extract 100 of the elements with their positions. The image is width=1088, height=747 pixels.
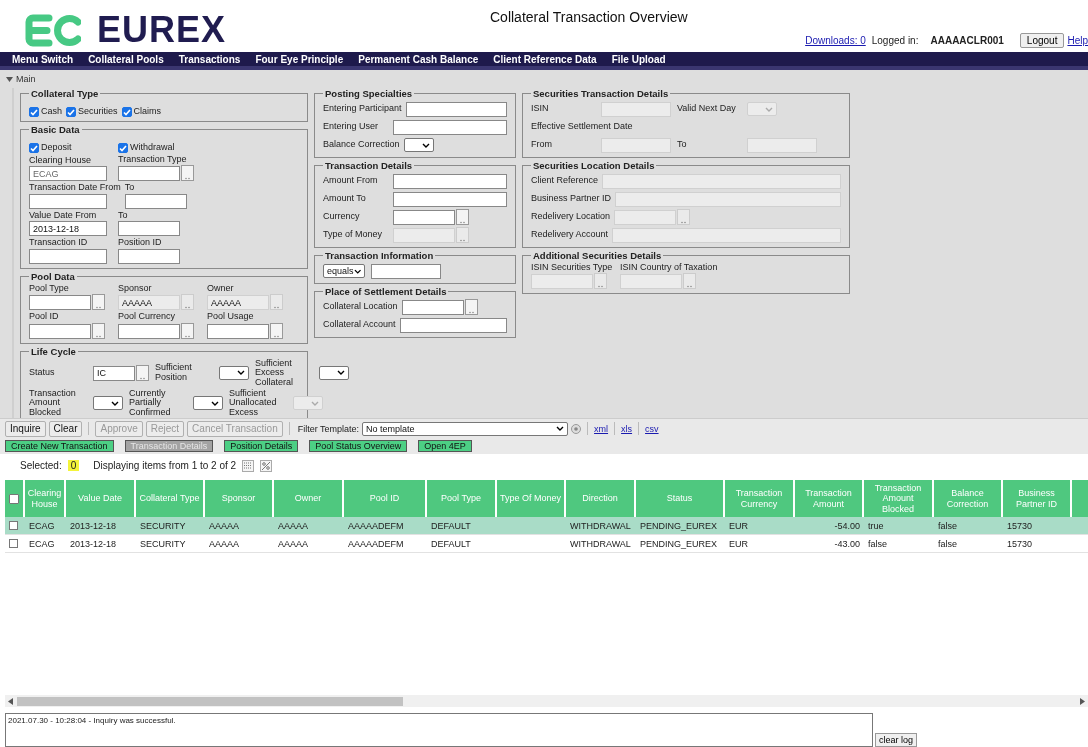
menu-item[interactable]: File Upload [611,53,666,65]
menu-item[interactable]: Client Reference Data [493,53,597,65]
table-cell: ECAG [29,520,55,531]
ellipsis-icon [274,334,279,338]
lookup-button[interactable] [464,299,478,315]
checkbox[interactable] [9,521,18,530]
dropdown[interactable] [319,365,349,380]
field-label: Redelivery Account [531,230,609,240]
menu-item[interactable]: Four Eye Principle [255,53,344,65]
text-field[interactable] [118,323,180,339]
triangle-down-icon[interactable] [6,75,13,83]
text-field[interactable] [29,193,107,209]
toolbar-button[interactable]: Clear [48,420,83,437]
text-field[interactable] [371,263,441,279]
text-field[interactable] [399,317,507,333]
checkbox[interactable] [29,107,39,117]
dropdown[interactable] [403,138,434,152]
logout-button[interactable]: Logout [1019,33,1065,48]
checkbox[interactable] [118,143,128,153]
scroll-left-icon[interactable] [8,697,13,705]
field-label: Entering Participant [323,104,402,114]
page-title: Collateral Transaction Overview [490,9,689,25]
settings-icon[interactable] [571,423,582,434]
group-title: Pool Data [30,270,76,282]
table-cell: -54.00 [834,520,860,531]
table-row[interactable]: ECAG 2013-12-18 SECURITY AAAAA AAAAA AAAAADEFM DEFAULT WITHDRAWAL PENDING_EUREX EUR -54.00 true false 15730 [5,517,1088,535]
checkbox[interactable] [121,107,132,117]
text-field[interactable] [207,323,269,339]
table-cell: EUR [729,538,748,549]
table-cell: WITHDRAWAL [570,538,631,549]
dropdown[interactable] [193,396,223,411]
horizontal-scrollbar[interactable] [5,695,1088,707]
menu-item[interactable]: Collateral Pools [88,53,164,65]
check-icon [30,108,38,116]
text-field[interactable] [124,193,187,209]
action-button[interactable]: Pool Status Overview [309,440,408,452]
checkbox[interactable] [29,143,39,153]
export-link[interactable]: csv [645,423,659,434]
menu-item[interactable]: Menu Switch [12,53,74,65]
text-field[interactable]: IC [93,365,135,381]
ellipsis-icon [274,306,279,310]
checkbox[interactable] [66,107,76,117]
check-icon [122,108,131,116]
text-field[interactable] [118,248,180,264]
template-dropdown[interactable]: No template [362,421,569,436]
text-field[interactable] [393,191,507,207]
field-label: Entering User [323,122,380,132]
field-label: Amount To [323,194,367,204]
text-field[interactable] [29,295,91,311]
toolbar-button[interactable]: Inquire [5,420,46,437]
action-button[interactable]: Create New Transaction [5,440,114,452]
field-label: Sufficient Position [155,363,193,383]
text-field[interactable]: 2013-12-18 [29,221,107,237]
dropdown[interactable] [219,365,249,380]
help-link[interactable]: Help [1067,35,1088,46]
text-field[interactable] [401,300,464,315]
menu-item[interactable]: Permanent Cash Balance [358,53,479,65]
scrollbar-thumb[interactable] [17,696,403,706]
text-field[interactable] [118,221,180,237]
table-cell: ECAG [29,538,55,549]
table-cell: DEFAULT [431,520,471,531]
dropdown[interactable]: equals [323,264,365,278]
export-link[interactable]: xml [594,423,609,434]
fraction-icon[interactable] [260,459,273,472]
text-field[interactable] [29,248,107,264]
action-button[interactable]: Position Details [224,440,299,452]
table-cell: EUR [729,520,748,531]
dropdown[interactable] [93,396,123,411]
scroll-right-icon[interactable] [1080,697,1085,705]
checkbox[interactable] [9,493,19,504]
text-field[interactable]: ECAG [29,166,107,182]
lookup-button[interactable] [92,322,105,339]
text-field[interactable] [405,101,507,117]
chevron-down-icon [353,268,361,274]
list-icon[interactable] [242,459,255,472]
text-field[interactable] [118,166,180,182]
logo-icon [25,13,81,47]
ellipsis-icon [687,285,692,289]
field-label: To [118,210,128,221]
field-label: Pool Usage [207,312,254,322]
menu-item[interactable]: Transactions [178,53,241,65]
text-field[interactable] [393,119,507,135]
downloads-link[interactable]: Downloads: 0 [805,35,866,46]
action-button[interactable]: Open 4EP [418,440,472,452]
lookup-button[interactable] [181,165,194,182]
text-field[interactable] [393,210,455,225]
checkbox[interactable] [9,539,18,548]
lookup-button[interactable] [181,322,194,339]
lookup-button[interactable] [136,364,149,381]
export-link[interactable]: xls [621,423,633,434]
text-field[interactable] [393,173,507,189]
lookup-button[interactable] [92,294,105,311]
chevron-down-icon [111,400,119,406]
text-field[interactable] [29,323,91,339]
ellipsis-icon [460,221,465,224]
clear-log-button[interactable]: clear log [875,733,918,747]
lookup-button[interactable] [270,322,283,339]
lookup-button[interactable] [456,209,469,225]
table-cell: 2013-12-18 [70,520,117,531]
table-cell: true [868,520,884,531]
